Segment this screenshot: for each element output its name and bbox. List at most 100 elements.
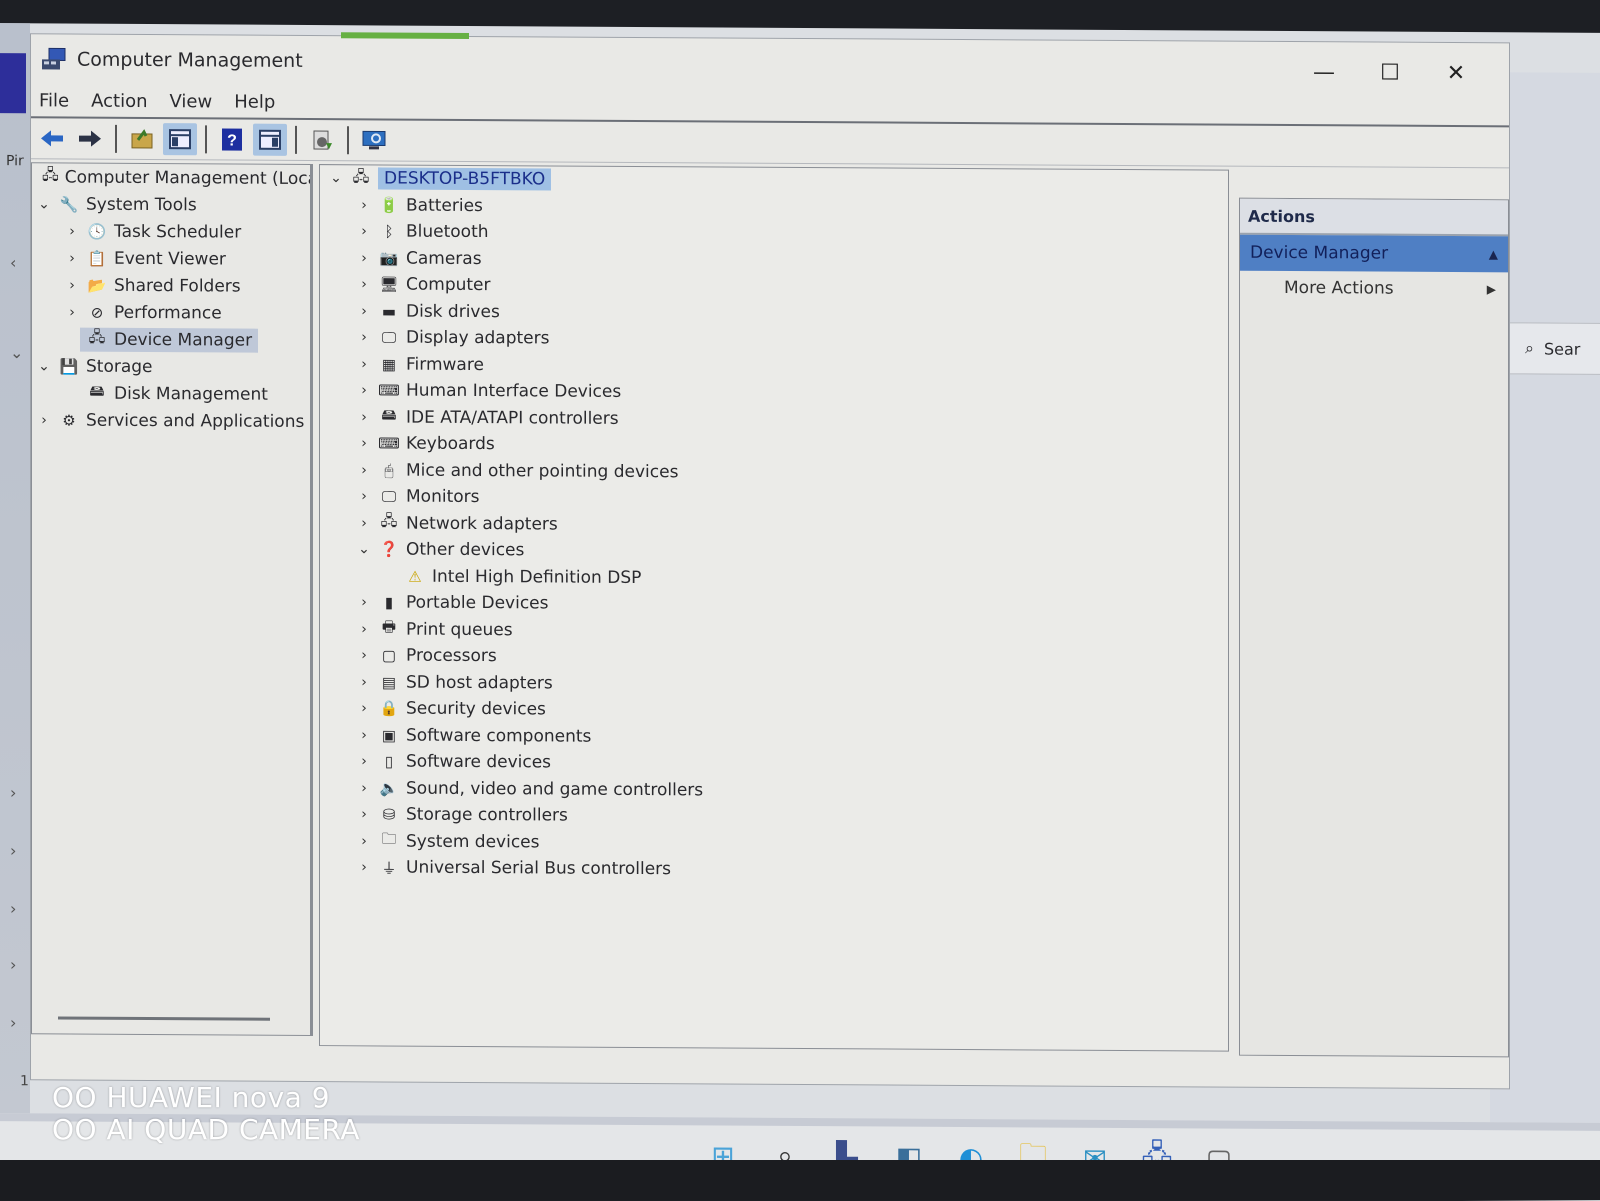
chevron-right-icon[interactable]: › [356, 515, 372, 531]
menu-view[interactable]: View [170, 91, 213, 112]
chevron-right-icon[interactable]: › [64, 223, 80, 239]
more-actions-item[interactable]: More Actions ▶ [1240, 271, 1508, 307]
svg-text:?: ? [227, 133, 237, 150]
chevron-right-icon[interactable]: › [64, 250, 80, 266]
tree-item-task-scheduler[interactable]: › 🕓 Task Scheduler [32, 217, 310, 246]
chevron-right-icon[interactable]: › [356, 436, 372, 452]
menu-action[interactable]: Action [91, 90, 147, 111]
tree-item-event-viewer[interactable]: › 📋 Event Viewer [32, 244, 310, 273]
print-queues-icon: 🖶 [378, 619, 400, 639]
tree-item-label: Computer Management (Local [65, 167, 310, 189]
show-hide-console-tree-button[interactable] [163, 123, 197, 155]
chevron-right-icon[interactable]: › [356, 780, 372, 796]
chevron-down-icon[interactable]: ⌄ [356, 542, 372, 558]
disk-drives-icon: ▬ [378, 301, 400, 321]
computer-name: DESKTOP-B5FTBKO [378, 168, 551, 191]
actions-header: Actions [1240, 199, 1508, 237]
monitor-bezel [0, 1160, 1600, 1200]
help-button[interactable]: ? [215, 123, 249, 155]
tree-item-services-applications[interactable]: › ⚙ Services and Applications [32, 406, 310, 435]
update-driver-button[interactable] [305, 124, 339, 156]
chevron-right-icon[interactable]: › [356, 197, 372, 213]
tree-item-label: Device Manager [114, 329, 252, 350]
chevron-right-icon[interactable]: › [356, 754, 372, 770]
collapse-arrow-icon[interactable]: ▲ [1489, 247, 1498, 261]
chevron-right-icon[interactable]: › [64, 277, 80, 293]
chevron-right-icon[interactable]: › [356, 648, 372, 664]
chevron-right-icon[interactable]: › [356, 250, 372, 266]
chevron-right-icon[interactable]: › [356, 621, 372, 637]
chevron-right-icon[interactable]: › [36, 412, 52, 428]
system-devices-icon: 🗀 [378, 831, 400, 851]
chevron-right-icon[interactable]: › [356, 674, 372, 690]
device-manager-icon: 🖧 [86, 329, 108, 349]
tree-item-label: Services and Applications [86, 410, 304, 431]
toolbar: ? [31, 116, 1509, 168]
chevron-right-icon[interactable]: › [356, 462, 372, 478]
scan-hardware-icon [361, 129, 387, 151]
scan-hardware-button[interactable] [357, 124, 391, 156]
computer-icon: 🖧 [350, 169, 372, 189]
tree-item-storage[interactable]: ⌄ 💾 Storage [32, 352, 310, 381]
firmware-icon: ▦ [378, 354, 400, 374]
tree-item-system-tools[interactable]: ⌄ 🔧 System Tools [32, 190, 310, 219]
device-category-label: Cameras [406, 248, 482, 268]
up-one-level-button[interactable] [125, 123, 159, 155]
tree-item-shared-folders[interactable]: › 📂 Shared Folders [32, 271, 310, 300]
chevron-right-icon: › [10, 899, 16, 918]
chevron-right-icon[interactable]: › [356, 807, 372, 823]
chevron-right-icon[interactable]: › [356, 595, 372, 611]
device-category-label: Processors [406, 646, 497, 667]
monitors-icon: 🖵 [378, 487, 400, 507]
title-bar: Computer Management — ☐ ✕ [31, 34, 1509, 93]
device-category-universal-serial-bus-controllers[interactable]: ›⏚Universal Serial Bus controllers [320, 854, 1228, 886]
chevron-right-icon: › [10, 1013, 16, 1032]
device-category-label: Software components [406, 725, 591, 746]
tree-item-device-manager[interactable]: 🖧 Device Manager [32, 325, 310, 354]
chevron-right-icon[interactable]: › [356, 409, 372, 425]
device-category-label: Firmware [406, 354, 484, 374]
background-search-box[interactable]: ⌕ Sear [1508, 322, 1600, 375]
tree-item-root[interactable]: 🖧 Computer Management (Local [32, 163, 310, 192]
back-button[interactable] [35, 122, 69, 154]
device-category-label: Storage controllers [406, 805, 568, 826]
maximize-button[interactable]: ☐ [1357, 52, 1423, 92]
chevron-right-icon[interactable]: › [356, 701, 372, 717]
show-hide-action-pane-button[interactable] [253, 124, 287, 156]
tree-item-label: Storage [86, 356, 153, 376]
chevron-right-icon[interactable]: › [356, 277, 372, 293]
forward-button[interactable] [73, 123, 107, 155]
tree-item-label: Shared Folders [114, 275, 241, 296]
chevron-right-icon[interactable]: › [356, 303, 372, 319]
chevron-right-icon[interactable]: › [356, 489, 372, 505]
chevron-down-icon[interactable]: ⌄ [36, 196, 52, 212]
menu-file[interactable]: File [39, 90, 69, 111]
software-devices-icon: ▯ [378, 752, 400, 772]
submenu-arrow-icon: ▶ [1487, 282, 1496, 296]
security-devices-icon: 🔒 [378, 699, 400, 719]
horizontal-scrollbar[interactable] [58, 1016, 270, 1020]
chevron-right-icon[interactable]: › [356, 833, 372, 849]
chevron-right-icon[interactable]: › [356, 727, 372, 743]
chevron-right-icon[interactable]: › [64, 304, 80, 320]
minimize-button[interactable]: — [1291, 52, 1357, 92]
actions-section-device-manager[interactable]: Device Manager ▲ [1240, 235, 1508, 273]
chevron-down-icon[interactable]: ⌄ [36, 358, 52, 374]
device-label: Intel High Definition DSP [432, 567, 641, 588]
tree-item-disk-management[interactable]: 🖴 Disk Management [32, 379, 310, 408]
chevron-right-icon[interactable]: › [356, 356, 372, 372]
device-category-label: Security devices [406, 699, 546, 720]
tree-item-performance[interactable]: › ⊘ Performance [32, 298, 310, 327]
chevron-right-icon[interactable]: › [356, 224, 372, 240]
device-category-label: Software devices [406, 752, 551, 773]
chevron-left-icon: ‹ [10, 253, 16, 272]
chevron-right-icon[interactable]: › [356, 383, 372, 399]
chevron-right-icon[interactable]: › [356, 860, 372, 876]
chevron-down-icon[interactable]: ⌄ [328, 170, 344, 186]
menu-help[interactable]: Help [234, 91, 275, 112]
chevron-right-icon[interactable]: › [356, 330, 372, 346]
close-button[interactable]: ✕ [1423, 53, 1489, 93]
search-label: Sear [1544, 339, 1580, 358]
tree-item-label: Task Scheduler [114, 221, 241, 242]
toolbar-separator [295, 126, 297, 154]
